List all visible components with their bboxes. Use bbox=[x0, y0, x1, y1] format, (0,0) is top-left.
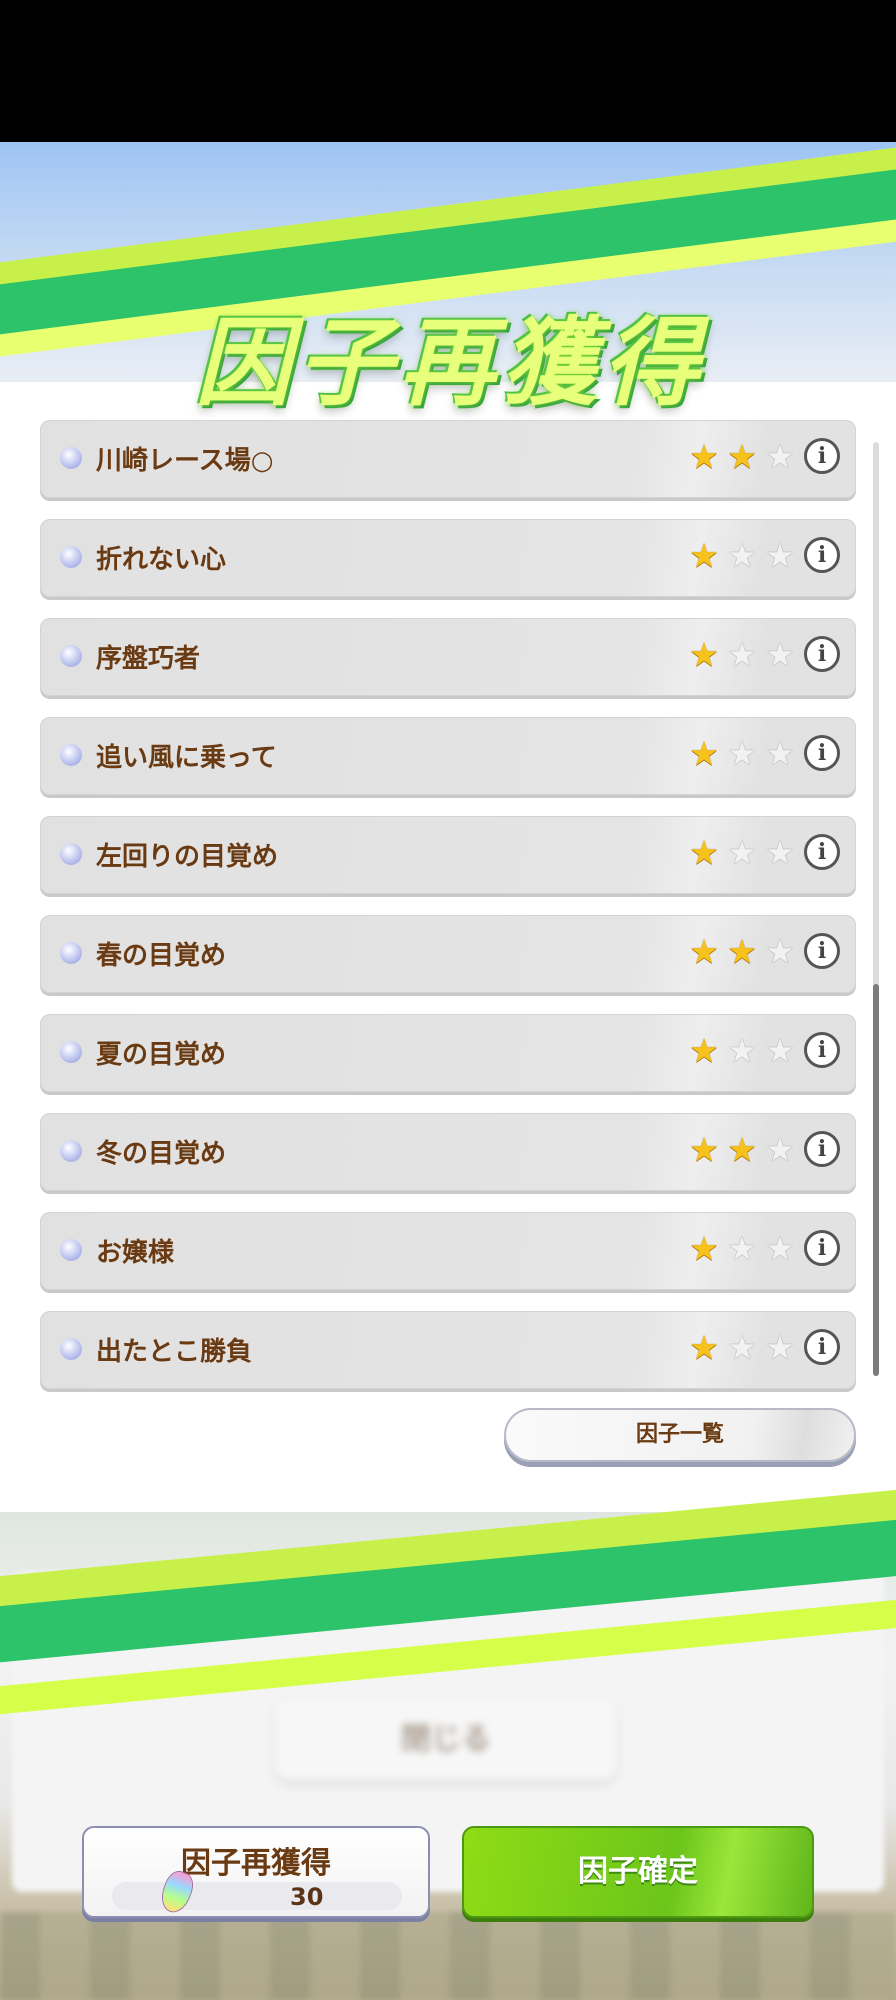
factor-row[interactable]: 折れない心 ★ ★ ★ i bbox=[40, 519, 856, 597]
star-empty-icon: ★ bbox=[765, 1328, 795, 1367]
info-icon[interactable]: i bbox=[804, 1329, 840, 1365]
factor-name: 序盤巧者 bbox=[96, 644, 201, 674]
factor-bullet-icon bbox=[60, 645, 82, 667]
info-icon[interactable]: i bbox=[804, 438, 840, 474]
factor-name: 追い風に乗って bbox=[96, 743, 277, 773]
star-filled-icon: ★ bbox=[689, 1130, 719, 1169]
factor-row[interactable]: 序盤巧者 ★ ★ ★ i bbox=[40, 618, 856, 696]
factor-bullet-icon bbox=[60, 744, 82, 766]
status-bar bbox=[0, 0, 896, 142]
star-filled-icon: ★ bbox=[689, 734, 719, 773]
factor-row[interactable]: 冬の目覚め ★ ★ ★ i bbox=[40, 1113, 856, 1191]
star-empty-icon: ★ bbox=[727, 833, 757, 872]
factor-bullet-icon bbox=[60, 546, 82, 568]
factor-list[interactable]: 川崎レース場○ ★ ★ ★ i 折れない心 ★ ★ ★ i 序盤巧者 ★ ★ ★ i 追い風に乗って ★ ★ ★ i 左… bbox=[40, 420, 856, 1410]
factor-bullet-icon bbox=[60, 1140, 82, 1162]
factor-name: 折れない心 bbox=[96, 545, 227, 575]
info-icon[interactable]: i bbox=[804, 537, 840, 573]
factor-row[interactable]: 川崎レース場○ ★ ★ ★ i bbox=[40, 420, 856, 498]
factor-bullet-icon bbox=[60, 1041, 82, 1063]
star-empty-icon: ★ bbox=[765, 1130, 795, 1169]
star-filled-icon: ★ bbox=[727, 1130, 757, 1169]
factor-name: 冬の目覚め bbox=[96, 1139, 227, 1169]
factor-bullet-icon bbox=[60, 942, 82, 964]
factor-stars: ★ ★ ★ bbox=[686, 438, 798, 476]
info-icon[interactable]: i bbox=[804, 636, 840, 672]
cost-pill bbox=[112, 1882, 402, 1910]
factor-bullet-icon bbox=[60, 843, 82, 865]
star-filled-icon: ★ bbox=[689, 932, 719, 971]
star-filled-icon: ★ bbox=[689, 536, 719, 575]
info-icon[interactable]: i bbox=[804, 1032, 840, 1068]
info-icon[interactable]: i bbox=[804, 735, 840, 771]
factor-name: 左回りの目覚め bbox=[96, 842, 279, 872]
info-icon[interactable]: i bbox=[804, 834, 840, 870]
reacquire-button-label: 因子再獲得 bbox=[181, 1846, 331, 1881]
factor-stars: ★ ★ ★ bbox=[686, 735, 798, 773]
factor-list-button[interactable]: 因子一覧 bbox=[504, 1408, 856, 1462]
star-filled-icon: ★ bbox=[689, 635, 719, 674]
info-icon[interactable]: i bbox=[804, 933, 840, 969]
star-filled-icon: ★ bbox=[727, 437, 757, 476]
factor-bullet-icon bbox=[60, 1239, 82, 1261]
info-icon[interactable]: i bbox=[804, 1230, 840, 1266]
factor-stars: ★ ★ ★ bbox=[686, 1131, 798, 1169]
background-close-button: 閉じる bbox=[276, 1700, 616, 1780]
star-filled-icon: ★ bbox=[689, 437, 719, 476]
star-empty-icon: ★ bbox=[765, 1229, 795, 1268]
star-empty-icon: ★ bbox=[727, 536, 757, 575]
star-empty-icon: ★ bbox=[765, 437, 795, 476]
star-empty-icon: ★ bbox=[727, 1031, 757, 1070]
info-icon[interactable]: i bbox=[804, 1131, 840, 1167]
factor-stars: ★ ★ ★ bbox=[686, 933, 798, 971]
star-empty-icon: ★ bbox=[765, 536, 795, 575]
star-filled-icon: ★ bbox=[727, 932, 757, 971]
factor-name: 夏の目覚め bbox=[96, 1040, 227, 1070]
reacquire-cost: 30 bbox=[290, 1883, 324, 1911]
reacquire-button[interactable]: 因子再獲得 30 bbox=[82, 1826, 430, 1918]
factor-stars: ★ ★ ★ bbox=[686, 1329, 798, 1367]
star-filled-icon: ★ bbox=[689, 833, 719, 872]
factor-stars: ★ ★ ★ bbox=[686, 537, 798, 575]
scrollbar-thumb[interactable] bbox=[873, 984, 879, 1376]
factor-row[interactable]: 追い風に乗って ★ ★ ★ i bbox=[40, 717, 856, 795]
factor-name: 春の目覚め bbox=[96, 941, 227, 971]
star-empty-icon: ★ bbox=[765, 932, 795, 971]
star-empty-icon: ★ bbox=[727, 734, 757, 773]
star-empty-icon: ★ bbox=[727, 1328, 757, 1367]
factor-bullet-icon bbox=[60, 447, 82, 469]
star-empty-icon: ★ bbox=[765, 635, 795, 674]
star-empty-icon: ★ bbox=[727, 1229, 757, 1268]
factor-bullet-icon bbox=[60, 1338, 82, 1360]
star-empty-icon: ★ bbox=[765, 1031, 795, 1070]
confirm-button[interactable]: 因子確定 bbox=[462, 1826, 814, 1918]
factor-name: 出たとこ勝負 bbox=[96, 1337, 253, 1367]
factor-row[interactable]: 出たとこ勝負 ★ ★ ★ i bbox=[40, 1311, 856, 1389]
factor-row[interactable]: 左回りの目覚め ★ ★ ★ i bbox=[40, 816, 856, 894]
star-empty-icon: ★ bbox=[727, 635, 757, 674]
factor-row[interactable]: お嬢様 ★ ★ ★ i bbox=[40, 1212, 856, 1290]
star-empty-icon: ★ bbox=[765, 833, 795, 872]
factor-stars: ★ ★ ★ bbox=[686, 636, 798, 674]
factor-name: 川崎レース場○ bbox=[96, 446, 274, 476]
page-title: 因子再獲得 bbox=[195, 307, 705, 419]
star-filled-icon: ★ bbox=[689, 1229, 719, 1268]
star-filled-icon: ★ bbox=[689, 1328, 719, 1367]
factor-stars: ★ ★ ★ bbox=[686, 834, 798, 872]
factor-name: お嬢様 bbox=[96, 1238, 175, 1268]
factor-stars: ★ ★ ★ bbox=[686, 1032, 798, 1070]
star-filled-icon: ★ bbox=[689, 1031, 719, 1070]
background-track bbox=[0, 1912, 896, 2000]
factor-row[interactable]: 春の目覚め ★ ★ ★ i bbox=[40, 915, 856, 993]
star-empty-icon: ★ bbox=[765, 734, 795, 773]
factor-row[interactable]: 夏の目覚め ★ ★ ★ i bbox=[40, 1014, 856, 1092]
factor-stars: ★ ★ ★ bbox=[686, 1230, 798, 1268]
